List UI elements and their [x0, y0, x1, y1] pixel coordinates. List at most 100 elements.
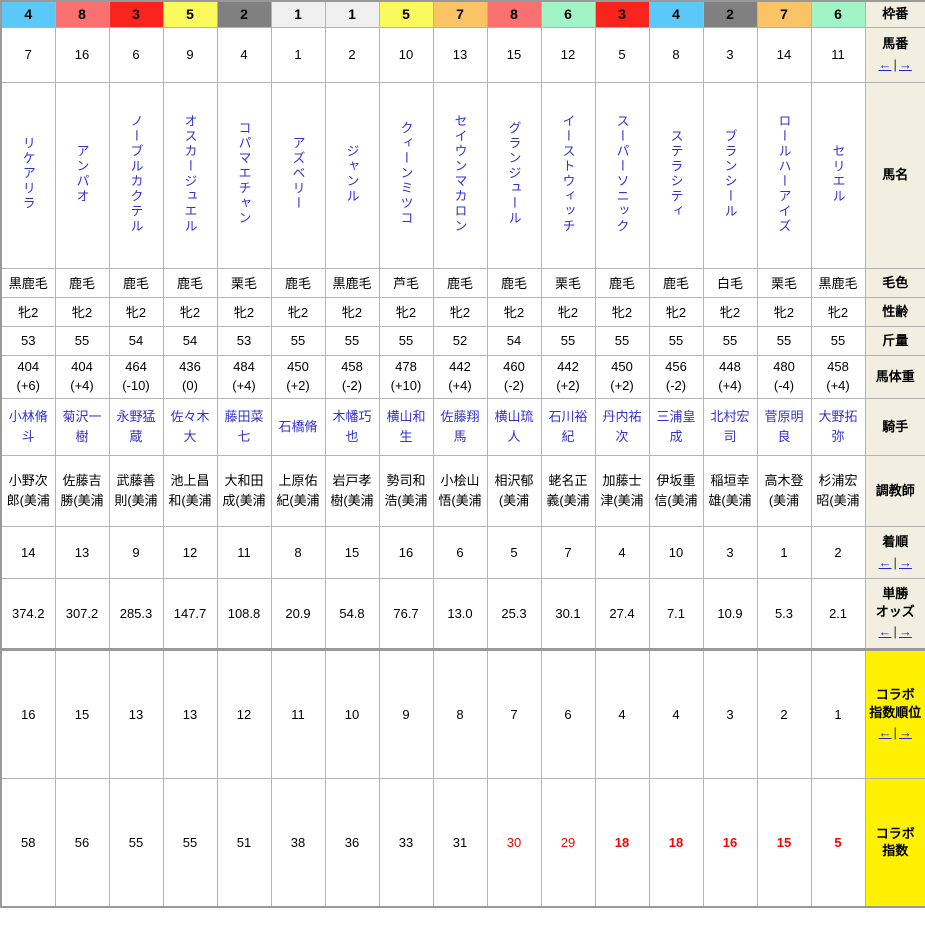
umaban-cell: 16 [55, 27, 109, 82]
row-header-label: オッズ [876, 604, 915, 619]
row-header-sex-age: 性齢 [865, 297, 925, 326]
collab-rank-cell: 13 [163, 649, 217, 778]
body-weight-value: 456 [665, 359, 687, 374]
jockey-link[interactable]: 三浦皇成 [656, 409, 695, 444]
row-header-label: 指数 [882, 843, 908, 858]
jockey-link[interactable]: 藤田菜七 [224, 409, 263, 444]
sort-arrows: ←|→ [868, 554, 924, 572]
jockey-link[interactable]: 永野猛蔵 [116, 409, 155, 444]
body-weight-diff: (+6) [17, 378, 40, 393]
collab-rank-cell: 16 [1, 649, 55, 778]
horse-name-link[interactable]: ジャンル [343, 144, 362, 204]
umaban-cell: 6 [109, 27, 163, 82]
horse-name-link[interactable]: ステラシティ [667, 129, 686, 219]
jockey-cell: 菊沢一樹 [55, 398, 109, 455]
horse-name-link[interactable]: オスカージュエル [181, 114, 200, 234]
horse-name-cell: スーパーソニック [595, 82, 649, 268]
sort-right-arrow-link[interactable]: → [899, 57, 912, 72]
horse-name-link[interactable]: クィーンミツコ [397, 121, 416, 226]
race-table: 4835211578634276枠番7166941210131512583141… [0, 0, 925, 908]
horse-name-link[interactable]: ロールハーアイズ [775, 114, 794, 234]
sort-right-arrow-link[interactable]: → [899, 725, 912, 740]
horse-name-link[interactable]: セイウンマカロン [451, 114, 470, 234]
collab-index-cell: 58 [1, 778, 55, 907]
row-header-waku: 枠番 [865, 1, 925, 27]
waku-cell: 3 [109, 1, 163, 27]
finish-position-cell: 12 [163, 526, 217, 578]
jockey-cell: 菅原明良 [757, 398, 811, 455]
jockey-link[interactable]: 菅原明良 [764, 409, 803, 444]
sort-arrows: ←|→ [868, 724, 924, 742]
jockey-link[interactable]: 佐々木大 [170, 409, 209, 444]
body-weight-diff: (0) [182, 378, 198, 393]
row-header-label: 単勝 [882, 586, 908, 601]
collab-rank-cell: 2 [757, 649, 811, 778]
jockey-cell: 永野猛蔵 [109, 398, 163, 455]
horse-name-link[interactable]: スーパーソニック [613, 114, 632, 234]
jockey-link[interactable]: 石橋脩 [278, 419, 317, 434]
sort-left-arrow-link[interactable]: ← [879, 725, 892, 740]
collab-rank-cell: 7 [487, 649, 541, 778]
finish-position-cell: 8 [271, 526, 325, 578]
horse-name-cell: イーストウィッチ [541, 82, 595, 268]
sex-age-cell: 牝2 [109, 297, 163, 326]
jockey-link[interactable]: 北村宏司 [710, 409, 749, 444]
jockey-link[interactable]: 小林脩斗 [9, 409, 48, 444]
body-weight-cell: 442(+2) [541, 355, 595, 398]
odds-cell: 13.0 [433, 578, 487, 649]
horse-name-link[interactable]: イーストウィッチ [559, 114, 578, 234]
collab-rank-cell: 4 [595, 649, 649, 778]
jockey-link[interactable]: 木幡巧也 [332, 409, 371, 444]
horse-name-cell: アンパオ [55, 82, 109, 268]
horse-name-link[interactable]: セリエル [829, 144, 848, 204]
row-header-label: 斤量 [882, 333, 908, 348]
body-weight-diff: (-2) [504, 378, 524, 393]
horse-name-cell: アズベリー [271, 82, 325, 268]
weight-carried-cell: 55 [811, 326, 865, 355]
trainer-cell: 武藤善則(美浦 [109, 455, 163, 526]
sort-left-arrow-link[interactable]: ← [879, 57, 892, 72]
sex-age-cell: 牝2 [163, 297, 217, 326]
body-weight-value: 436 [179, 359, 201, 374]
jockey-link[interactable]: 丹内祐次 [602, 409, 641, 444]
arrow-separator: | [894, 624, 897, 639]
umaban-cell: 2 [325, 27, 379, 82]
body-weight-value: 464 [125, 359, 147, 374]
odds-cell: 54.8 [325, 578, 379, 649]
horse-name-link[interactable]: アズベリー [289, 136, 308, 211]
waku-cell: 4 [1, 1, 55, 27]
sort-right-arrow-link[interactable]: → [899, 624, 912, 639]
horse-name-link[interactable]: コパマエチャン [235, 121, 254, 226]
horse-name-link[interactable]: ブランシール [721, 129, 740, 219]
jockey-cell: 佐藤翔馬 [433, 398, 487, 455]
horse-name-cell: グランジュール [487, 82, 541, 268]
horse-name-link[interactable]: リケアリラ [19, 136, 38, 211]
odds-cell: 10.9 [703, 578, 757, 649]
sort-left-arrow-link[interactable]: ← [879, 624, 892, 639]
sort-right-arrow-link[interactable]: → [899, 555, 912, 570]
jockey-link[interactable]: 石川裕紀 [548, 409, 587, 444]
row-bataiju: 404(+6)404(+4)464(-10)436(0)484(+4)450(+… [1, 355, 925, 398]
row-collab_index: 5856555551383633313029181816155コラボ指数 [1, 778, 925, 907]
row-seirei: 牝2牝2牝2牝2牝2牝2牝2牝2牝2牝2牝2牝2牝2牝2牝2牝2性齢 [1, 297, 925, 326]
umaban-cell: 13 [433, 27, 487, 82]
collab-rank-cell: 8 [433, 649, 487, 778]
weight-carried-cell: 55 [325, 326, 379, 355]
jockey-link[interactable]: 大野拓弥 [818, 409, 857, 444]
horse-name-link[interactable]: ノーブルカクテル [127, 114, 146, 234]
collab-index-cell: 55 [109, 778, 163, 907]
jockey-link[interactable]: 菊沢一樹 [62, 409, 101, 444]
jockey-link[interactable]: 横山和生 [386, 409, 425, 444]
row-header-label: 枠番 [882, 6, 908, 21]
body-weight-value: 450 [611, 359, 633, 374]
sort-left-arrow-link[interactable]: ← [879, 555, 892, 570]
collab-rank-cell: 1 [811, 649, 865, 778]
coat-color-cell: 鹿毛 [163, 268, 217, 297]
collab-index-cell: 18 [595, 778, 649, 907]
horse-name-link[interactable]: グランジュール [505, 121, 524, 226]
body-weight-cell: 436(0) [163, 355, 217, 398]
horse-name-link[interactable]: アンパオ [73, 144, 92, 204]
waku-cell: 3 [595, 1, 649, 27]
jockey-link[interactable]: 横山琉人 [494, 409, 533, 444]
jockey-link[interactable]: 佐藤翔馬 [440, 409, 479, 444]
